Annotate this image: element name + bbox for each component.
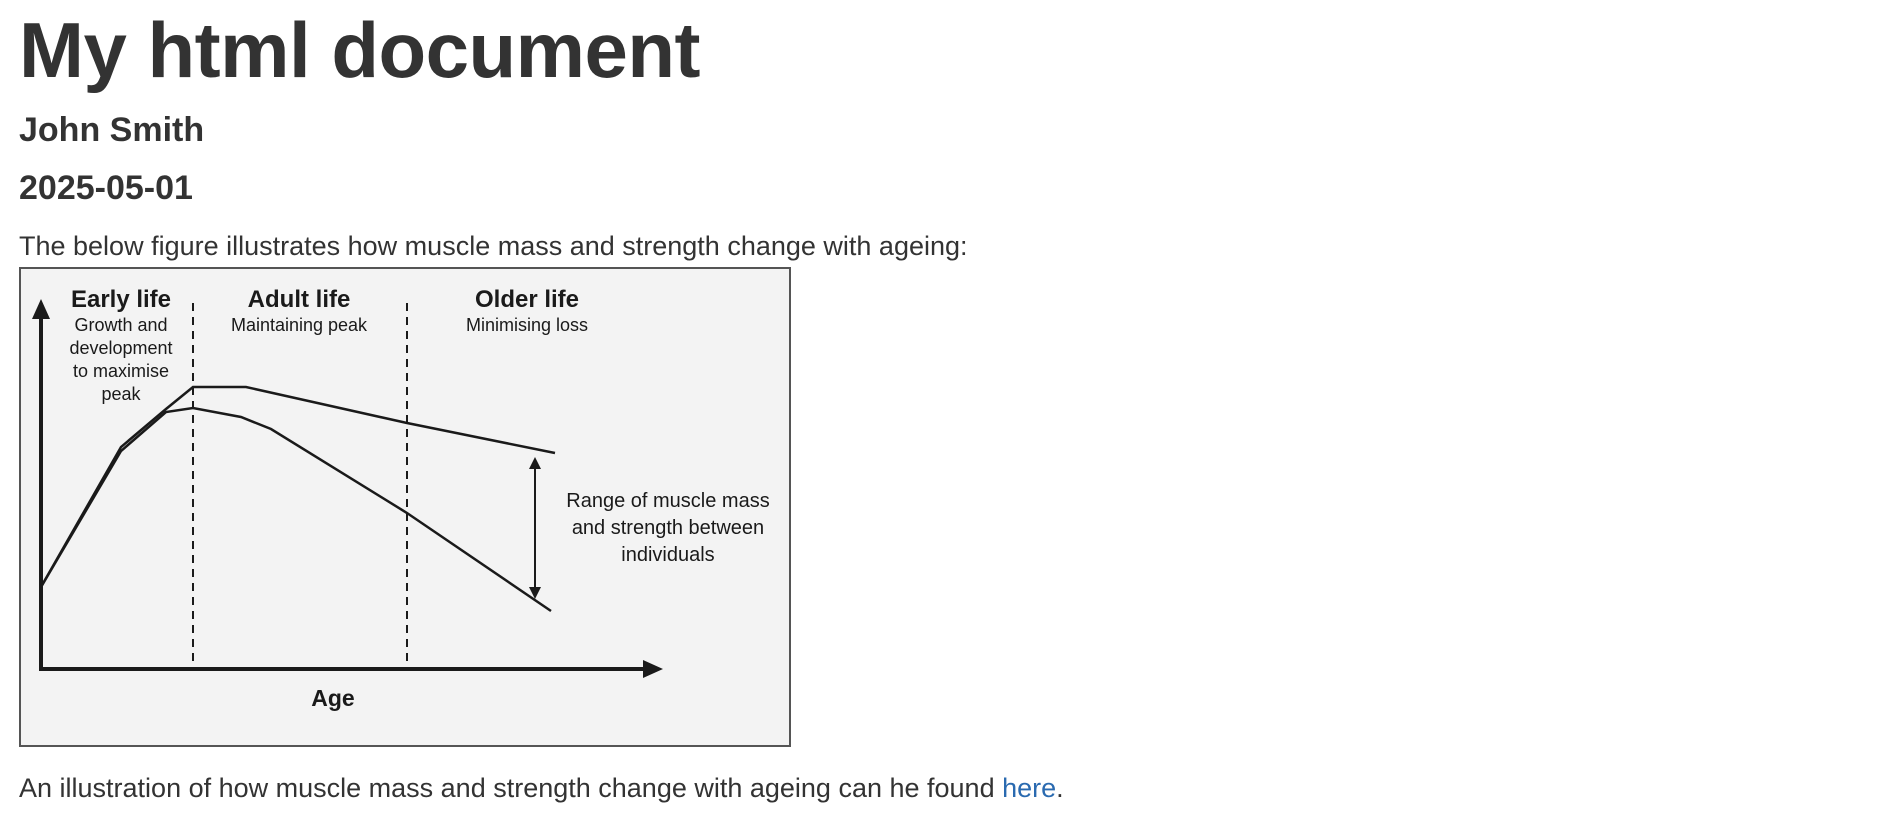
outro-period: . <box>1056 773 1064 803</box>
figure-diagram: Early life Growth and development to max… <box>32 286 770 711</box>
phase-title-early: Early life <box>71 286 171 313</box>
outro-text: An illustration of how muscle mass and s… <box>19 773 1003 803</box>
muscle-ageing-figure: Early life Growth and development to max… <box>19 267 791 747</box>
phase-subtitle-early-3: to maximise <box>73 361 169 381</box>
phase-subtitle-adult-1: Maintaining peak <box>231 315 368 335</box>
intro-paragraph: The below figure illustrates how muscle … <box>19 231 968 261</box>
range-label-2: and strength between <box>572 517 764 539</box>
phase-subtitle-older-1: Minimising loss <box>466 315 588 335</box>
document-page: My html document John Smith 2025-05-01 T… <box>0 0 1892 804</box>
document-date: 2025-05-01 <box>19 169 193 207</box>
range-label-1: Range of muscle mass <box>566 490 769 512</box>
phase-title-adult: Adult life <box>248 286 351 313</box>
document-title: My html document <box>19 6 701 94</box>
author-name: John Smith <box>19 111 205 149</box>
phase-subtitle-early-2: development <box>69 338 172 358</box>
lower-curve <box>39 406 552 613</box>
range-label-3: individuals <box>621 544 714 566</box>
upper-curve <box>39 385 556 588</box>
here-link[interactable]: here <box>1002 773 1056 803</box>
x-axis-label: Age <box>311 685 354 711</box>
phase-subtitle-early-4: peak <box>101 384 141 404</box>
outro-paragraph: An illustration of how muscle mass and s… <box>19 772 1892 804</box>
y-axis-arrow <box>32 299 50 319</box>
phase-title-older: Older life <box>475 286 579 313</box>
x-axis-arrow <box>643 660 663 678</box>
phase-subtitle-early-1: Growth and <box>74 315 167 335</box>
